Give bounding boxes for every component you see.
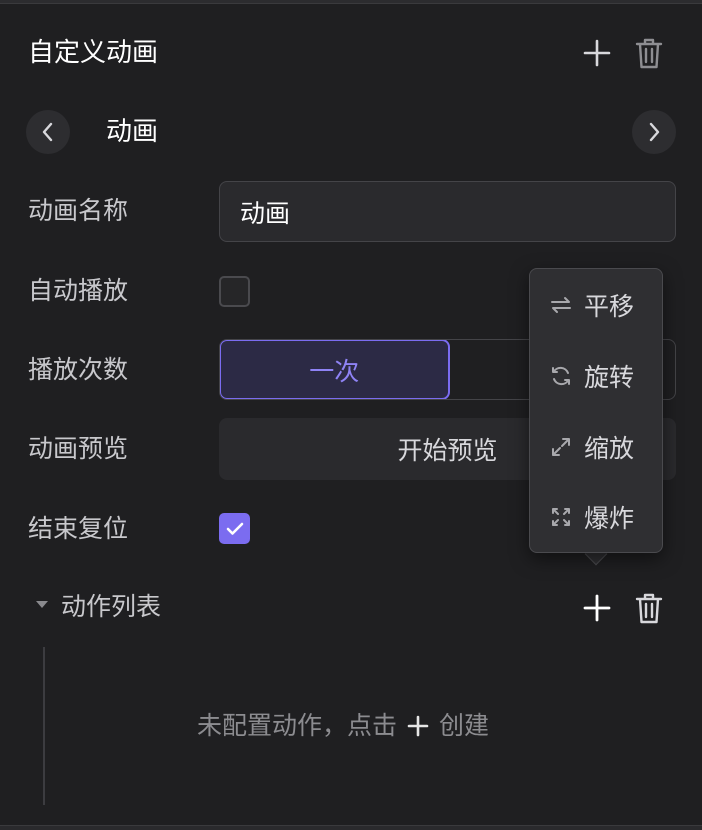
menu-item-label: 爆炸 — [584, 504, 635, 533]
add-animation-button[interactable] — [580, 36, 614, 70]
bottom-divider — [0, 825, 702, 830]
playcount-label: 播放次数 — [28, 355, 129, 384]
reset-label: 结束复位 — [28, 514, 129, 543]
trash-icon — [635, 38, 663, 69]
animation-name-label: 动画名称 — [28, 196, 129, 225]
playcount-option-once[interactable]: 一次 — [220, 340, 450, 399]
delete-animation-button[interactable] — [632, 34, 666, 72]
current-animation-name: 动画 — [106, 117, 159, 147]
chevron-left-icon — [42, 122, 53, 142]
chevron-right-icon — [649, 122, 660, 142]
plus-icon — [583, 39, 611, 67]
collapse-caret-icon[interactable] — [36, 601, 48, 608]
swap-icon — [551, 297, 571, 313]
next-animation-button[interactable] — [632, 110, 676, 154]
rotate-icon — [552, 366, 570, 386]
preview-label: 动画预览 — [28, 434, 129, 463]
top-divider — [0, 0, 702, 4]
trash-icon — [635, 593, 663, 624]
menu-item-translate[interactable]: 平移 — [530, 275, 664, 335]
menu-item-label: 缩放 — [584, 434, 635, 463]
action-type-menu: 平移 旋转 缩放 爆炸 — [529, 268, 663, 553]
menu-item-rotate[interactable]: 旋转 — [530, 346, 664, 406]
action-list-guide — [43, 647, 45, 805]
menu-item-explode[interactable]: 爆炸 — [530, 487, 664, 547]
panel-title: 自定义动画 — [28, 38, 159, 68]
delete-action-button[interactable] — [632, 589, 666, 627]
autoplay-label: 自动播放 — [28, 276, 129, 305]
empty-hint-prefix: 未配置动作，点击 — [197, 711, 398, 740]
action-list-title: 动作列表 — [61, 592, 162, 621]
prev-animation-button[interactable] — [26, 110, 70, 154]
menu-item-scale[interactable]: 缩放 — [530, 417, 664, 477]
empty-hint-suffix: 创建 — [439, 711, 490, 740]
reset-checkbox[interactable] — [219, 513, 250, 544]
add-action-button[interactable] — [580, 591, 614, 625]
expand-icon — [552, 438, 570, 456]
animation-name-input[interactable] — [219, 181, 676, 242]
menu-item-label: 旋转 — [584, 363, 635, 392]
plus-icon — [583, 594, 611, 622]
empty-actions-hint: 未配置动作，点击 创建 — [197, 709, 489, 743]
plus-icon — [407, 715, 429, 737]
autoplay-checkbox[interactable] — [219, 276, 250, 307]
explode-icon — [552, 508, 570, 526]
check-icon — [226, 522, 243, 535]
menu-item-label: 平移 — [584, 292, 635, 321]
